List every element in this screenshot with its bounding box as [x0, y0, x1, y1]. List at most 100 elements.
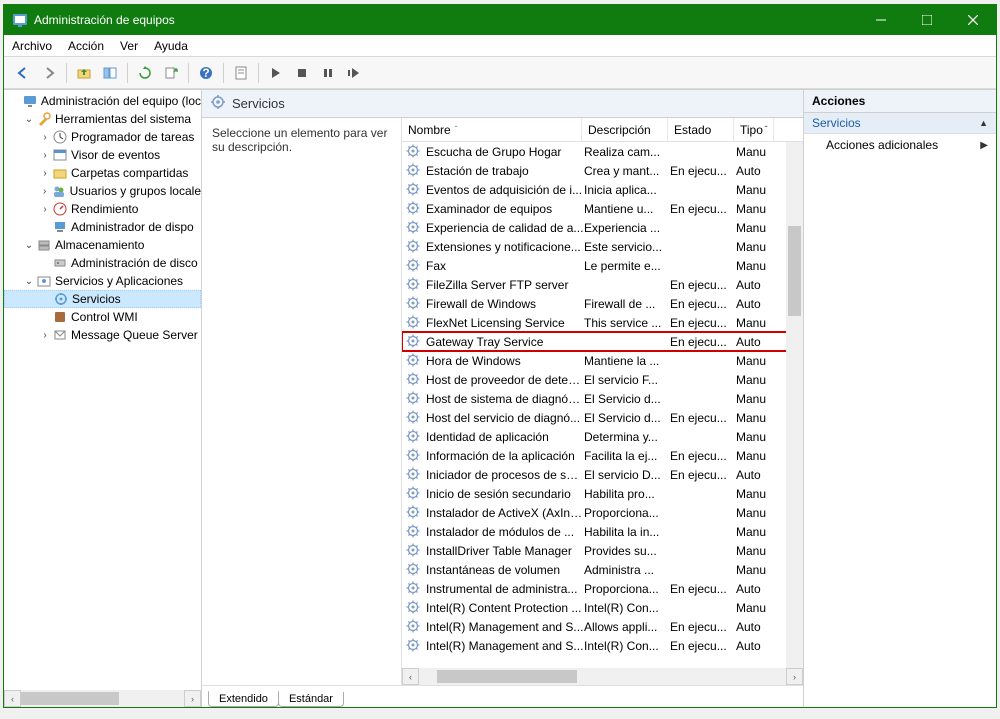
service-row[interactable]: Escucha de Grupo HogarRealiza cam...Manu [402, 142, 803, 161]
service-name: Fax [426, 259, 584, 273]
service-description: Proporciona... [584, 506, 670, 520]
service-gear-icon [406, 372, 422, 388]
service-gear-icon [406, 315, 422, 331]
service-row[interactable]: Información de la aplicaciónFacilita la … [402, 446, 803, 465]
service-row[interactable]: Firewall de WindowsFirewall de ...En eje… [402, 294, 803, 313]
properties-button[interactable] [230, 62, 252, 84]
play-button[interactable] [265, 62, 287, 84]
column-tipo[interactable]: Tipoˆ [734, 118, 774, 141]
services-list: Nombreˆ Descripción Estado Tipoˆ Escucha… [402, 118, 803, 685]
list-horizontal-scrollbar[interactable]: ‹ › [402, 668, 803, 685]
service-gear-icon [406, 562, 422, 578]
service-name: Escucha de Grupo Hogar [426, 145, 584, 159]
tree-admdispo[interactable]: Administrador de dispo [4, 218, 201, 236]
service-description: Determina y... [584, 430, 670, 444]
actions-item-adicionales[interactable]: Acciones adicionales ▶ [804, 134, 996, 156]
forward-button[interactable] [38, 62, 60, 84]
tree-controlwmi[interactable]: Control WMI [4, 308, 201, 326]
export-button[interactable] [160, 62, 182, 84]
tree-herramientas[interactable]: ⌄ Herramientas del sistema [4, 110, 201, 128]
refresh-button[interactable] [134, 62, 156, 84]
list-vertical-scrollbar[interactable] [786, 142, 803, 668]
service-row[interactable]: Experiencia de calidad de a...Experienci… [402, 218, 803, 237]
actions-section-servicios[interactable]: Servicios ▲ [804, 113, 996, 134]
service-row[interactable]: Instalador de ActiveX (AxIns...Proporcio… [402, 503, 803, 522]
back-button[interactable] [12, 62, 34, 84]
close-button[interactable] [950, 5, 996, 35]
service-description: Allows appli... [584, 620, 670, 634]
menu-accion[interactable]: Acción [68, 39, 104, 53]
up-folder-button[interactable] [73, 62, 95, 84]
tab-extendido[interactable]: Extendido [208, 691, 279, 707]
service-row[interactable]: Examinador de equiposMantiene u...En eje… [402, 199, 803, 218]
restart-button[interactable] [343, 62, 365, 84]
service-description: Experiencia ... [584, 221, 670, 235]
tree-carpetas[interactable]: › Carpetas compartidas [4, 164, 201, 182]
service-row[interactable]: FileZilla Server FTP serverEn ejecu...Au… [402, 275, 803, 294]
tree-servicios[interactable]: Servicios [4, 290, 201, 308]
menu-archivo[interactable]: Archivo [12, 39, 52, 53]
menu-ayuda[interactable]: Ayuda [154, 39, 188, 53]
tree-visor[interactable]: › Visor de eventos [4, 146, 201, 164]
service-gear-icon [406, 220, 422, 236]
service-name: Intel(R) Management and S... [426, 639, 584, 653]
column-nombre[interactable]: Nombreˆ [402, 118, 582, 141]
service-row[interactable]: Extensiones y notificacione...Este servi… [402, 237, 803, 256]
service-description: El servicio F... [584, 373, 670, 387]
help-button[interactable]: ? [195, 62, 217, 84]
tree-usuarios[interactable]: › Usuarios y grupos locale [4, 182, 201, 200]
service-row[interactable]: Gateway Tray ServiceEn ejecu...Auto [402, 332, 803, 351]
details-pane: Servicios Seleccione un elemento para ve… [202, 90, 804, 707]
service-startup-type: Auto [736, 297, 776, 311]
service-status: En ejecu... [670, 202, 736, 216]
service-startup-type: Manu [736, 145, 776, 159]
service-row[interactable]: Instantáneas de volumenAdministra ...Man… [402, 560, 803, 579]
service-row[interactable]: Intel(R) Management and S...Intel(R) Con… [402, 636, 803, 655]
service-row[interactable]: InstallDriver Table ManagerProvides su..… [402, 541, 803, 560]
service-row[interactable]: Hora de WindowsMantiene la ...Manu [402, 351, 803, 370]
column-descripcion[interactable]: Descripción [582, 118, 668, 141]
service-row[interactable]: Intel(R) Management and S...Allows appli… [402, 617, 803, 636]
tree-msgqueue[interactable]: › Message Queue Server [4, 326, 201, 344]
service-startup-type: Auto [736, 620, 776, 634]
service-row[interactable]: Host de proveedor de detec...El servicio… [402, 370, 803, 389]
service-description: Administra ... [584, 563, 670, 577]
service-row[interactable]: Iniciador de procesos de ser...El servic… [402, 465, 803, 484]
users-icon [51, 183, 66, 199]
service-startup-type: Auto [736, 582, 776, 596]
service-status: En ejecu... [670, 164, 736, 178]
service-row[interactable]: Intel(R) Content Protection ...Intel(R) … [402, 598, 803, 617]
service-row[interactable]: FlexNet Licensing ServiceThis service ..… [402, 313, 803, 332]
menu-ver[interactable]: Ver [120, 39, 138, 53]
service-row[interactable]: Instrumental de administra...Proporciona… [402, 579, 803, 598]
stop-button[interactable] [291, 62, 313, 84]
tree-programador[interactable]: › Programador de tareas [4, 128, 201, 146]
minimize-button[interactable] [858, 5, 904, 35]
service-row[interactable]: Host del servicio de diagnó...El Servici… [402, 408, 803, 427]
maximize-button[interactable] [904, 5, 950, 35]
tree-almacenamiento[interactable]: ⌄ Almacenamiento [4, 236, 201, 254]
show-hide-tree-button[interactable] [99, 62, 121, 84]
service-description: Inicia aplica... [584, 183, 670, 197]
tree-admdisc[interactable]: Administración de disco [4, 254, 201, 272]
service-startup-type: Manu [736, 316, 776, 330]
tree-rendimiento[interactable]: › Rendimiento [4, 200, 201, 218]
service-row[interactable]: Estación de trabajoCrea y mant...En ejec… [402, 161, 803, 180]
service-row[interactable]: Identidad de aplicaciónDetermina y...Man… [402, 427, 803, 446]
tree-servapps[interactable]: ⌄ Servicios y Aplicaciones [4, 272, 201, 290]
pause-button[interactable] [317, 62, 339, 84]
tab-estandar[interactable]: Estándar [278, 692, 344, 707]
service-row[interactable]: Host de sistema de diagnós...El Servicio… [402, 389, 803, 408]
service-name: Host del servicio de diagnó... [426, 411, 584, 425]
tree-horizontal-scrollbar[interactable]: ‹› [4, 690, 201, 707]
service-row[interactable]: Instalador de módulos de ...Habilita la … [402, 522, 803, 541]
service-row[interactable]: FaxLe permite e...Manu [402, 256, 803, 275]
column-estado[interactable]: Estado [668, 118, 734, 141]
service-startup-type: Auto [736, 164, 776, 178]
service-gear-icon [406, 486, 422, 502]
service-row[interactable]: Eventos de adquisición de i...Inicia apl… [402, 180, 803, 199]
service-description: Mantiene la ... [584, 354, 670, 368]
service-row[interactable]: Inicio de sesión secundarioHabilita pro.… [402, 484, 803, 503]
tree-root[interactable]: Administración del equipo (loc [4, 92, 201, 110]
service-gear-icon [406, 467, 422, 483]
